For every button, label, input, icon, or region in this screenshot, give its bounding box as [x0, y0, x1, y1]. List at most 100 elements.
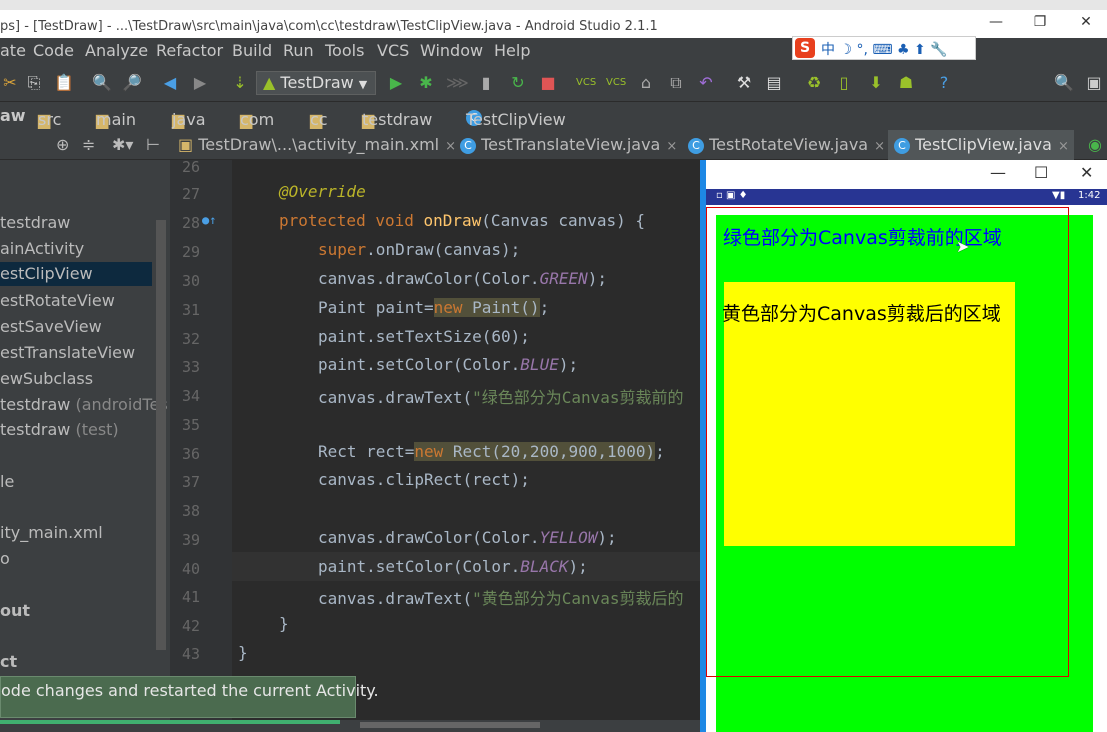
menu-navigate[interactable]: ate [0, 41, 26, 60]
menu-code[interactable]: Code [33, 41, 74, 60]
menu-window[interactable]: Window [420, 41, 483, 60]
code-editor[interactable]: @Override protected void onDraw(Canvas c… [232, 160, 700, 720]
tree-item-main-activity[interactable]: ainActivity [0, 239, 84, 258]
code-line-40: paint.setColor(Color.BLACK); [232, 552, 700, 581]
close-icon[interactable]: × [445, 139, 456, 154]
back-icon[interactable]: ◀ [160, 73, 180, 93]
tab-test-clip-view[interactable]: C TestClipView.java × [888, 130, 1074, 160]
make-project-icon[interactable]: ⇣ [230, 73, 250, 93]
tree-item-view-subclass[interactable]: ewSubclass [0, 369, 93, 388]
run-coverage-icon[interactable]: ▮ [476, 73, 496, 93]
sync-gradle-icon[interactable]: ♻ [804, 73, 824, 93]
help-icon[interactable]: ? [934, 73, 954, 93]
target-icon[interactable]: ⊕ [56, 135, 69, 154]
debug-icon[interactable]: ✱ [416, 73, 436, 93]
override-marker-icon[interactable]: ●↑ [202, 213, 216, 227]
tree-item-ct[interactable]: ct [0, 652, 17, 671]
tree-item-o[interactable]: o [0, 549, 10, 568]
find-icon[interactable]: 🔍 [92, 73, 112, 93]
revert-icon[interactable]: ↶ [696, 73, 716, 93]
tab-test-translate-view[interactable]: C TestTranslateView.java × [460, 130, 677, 160]
vcs-history-icon[interactable]: ⌂ [636, 73, 656, 93]
menu-build[interactable]: Build [232, 41, 272, 60]
close-button[interactable]: ✕ [1076, 14, 1096, 30]
ime-options[interactable]: 中 ☽ °, ⌨ ♣ ⬆ 🔧 [821, 39, 948, 59]
restore-button[interactable]: ❐ [1030, 14, 1050, 30]
run-configuration-select[interactable]: ▲ TestDraw ▼ [256, 71, 376, 95]
project-tree: testdraw ainActivity estClipView estRota… [0, 160, 170, 732]
run-icon[interactable]: ▶ [386, 73, 406, 93]
emulator-maximize-button[interactable]: ☐ [1034, 163, 1048, 182]
sdk-manager-icon[interactable]: ⬇ [866, 73, 886, 93]
vcs-commit-icon[interactable]: VCS [606, 73, 626, 93]
code-line-28: protected void onDraw(Canvas canvas) { [232, 211, 700, 240]
apply-changes-icon[interactable]: ↻ [508, 73, 528, 93]
emulator-window[interactable]: — ☐ ✕ ▫ ▣ ♦ ▼▮ 1:42 绿色部分为Canvas剪裁前的区域 黄色… [706, 160, 1107, 732]
tree-item-activity-main-xml[interactable]: ity_main.xml [0, 523, 103, 542]
code-line-36: Rect rect=new Rect(20,200,900,1000); [232, 442, 700, 471]
close-icon[interactable]: × [1058, 139, 1069, 154]
search-everywhere-icon[interactable]: 🔍 [1054, 73, 1074, 93]
breadcrumb-project[interactable]: aw [0, 106, 26, 125]
instant-run-notification[interactable]: ode changes and restarted the current Ac… [0, 676, 379, 718]
hide-icon[interactable]: ⊢ [146, 135, 160, 154]
sidebar-scrollbar[interactable] [156, 220, 166, 650]
cut-icon[interactable]: ✂ [0, 73, 20, 93]
android-device-monitor-icon[interactable]: ☗ [896, 73, 916, 93]
menu-tools[interactable]: Tools [325, 41, 364, 60]
close-icon[interactable]: × [874, 139, 885, 154]
code-line-31: Paint paint=new Paint(); [232, 298, 700, 327]
annotation: @Override [279, 182, 366, 201]
menu-help[interactable]: Help [494, 41, 530, 60]
line-number: 30 [181, 272, 200, 290]
android-activity-icon[interactable]: ◉ [1088, 130, 1102, 160]
stop-icon[interactable]: ■ [538, 73, 558, 93]
tree-item-test-clip-view[interactable]: estClipView [0, 262, 152, 286]
settings-icon[interactable]: ⚒ [734, 73, 754, 93]
project-structure-icon[interactable]: ▤ [764, 73, 784, 93]
attach-debugger-icon[interactable]: ⋙ [446, 73, 469, 93]
menu-vcs[interactable]: VCS [377, 41, 409, 60]
tree-item-layout[interactable]: out [0, 601, 30, 620]
vcs-update-icon[interactable]: VCS [576, 73, 596, 93]
line-number: 40 [181, 560, 200, 578]
horizontal-scrollbar[interactable] [360, 722, 540, 728]
keyword: protected void [279, 211, 424, 230]
code-line-42: } [232, 614, 700, 643]
forward-icon[interactable]: ▶ [190, 73, 210, 93]
tree-item-test-translate-view[interactable]: estTranslateView [0, 343, 135, 362]
ime-toolbar[interactable]: S 中 ☽ °, ⌨ ♣ ⬆ 🔧 [792, 36, 976, 60]
emulator-minimize-button[interactable]: — [990, 163, 1006, 182]
tree-item-res[interactable]: le [0, 472, 14, 491]
tab-label: TestTranslateView.java [481, 135, 661, 154]
copy-icon[interactable]: ⎘ [24, 73, 44, 93]
avd-manager-icon[interactable]: ▯ [834, 73, 854, 93]
replace-icon[interactable]: 🔎 [122, 73, 142, 93]
code-text: ); [558, 355, 579, 374]
code-line-29: super.onDraw(canvas); [232, 240, 700, 269]
paste-icon[interactable]: 📋 [54, 73, 74, 93]
string-literal: "绿色部分为Canvas剪裁前的 [472, 388, 684, 407]
collapse-icon[interactable]: ≑ [82, 135, 95, 154]
emulator-close-button[interactable]: ✕ [1080, 163, 1093, 182]
tree-item-hint: (androidTes [75, 395, 168, 414]
minimize-button[interactable]: — [986, 14, 1006, 30]
vcs-compare-icon[interactable]: ⧉ [666, 73, 686, 93]
menu-analyze[interactable]: Analyze [85, 41, 148, 60]
tree-item-hint: (test) [75, 420, 119, 439]
gear-icon[interactable]: ✱▾ [112, 135, 133, 154]
menu-run[interactable]: Run [283, 41, 314, 60]
tree-item-test-rotate-view[interactable]: estRotateView [0, 291, 115, 310]
tree-item-testdraw[interactable]: testdraw [0, 213, 70, 232]
code-text: ; [539, 298, 550, 317]
code-text: paint.setColor(Color. [318, 355, 521, 374]
field: YELLOW [539, 528, 598, 547]
menu-refactor[interactable]: Refactor [156, 41, 223, 60]
user-icon[interactable]: ▣ [1084, 73, 1104, 93]
tree-item-testdraw-test[interactable]: testdraw (test) [0, 420, 119, 439]
tree-item-test-save-view[interactable]: estSaveView [0, 317, 102, 336]
close-icon[interactable]: × [666, 139, 677, 154]
tab-activity-main[interactable]: ▣ TestDraw\...\activity_main.xml × [178, 130, 456, 160]
tree-item-testdraw-androidtest[interactable]: testdraw (androidTes [0, 395, 168, 414]
tab-test-rotate-view[interactable]: C TestRotateView.java × [688, 130, 885, 160]
